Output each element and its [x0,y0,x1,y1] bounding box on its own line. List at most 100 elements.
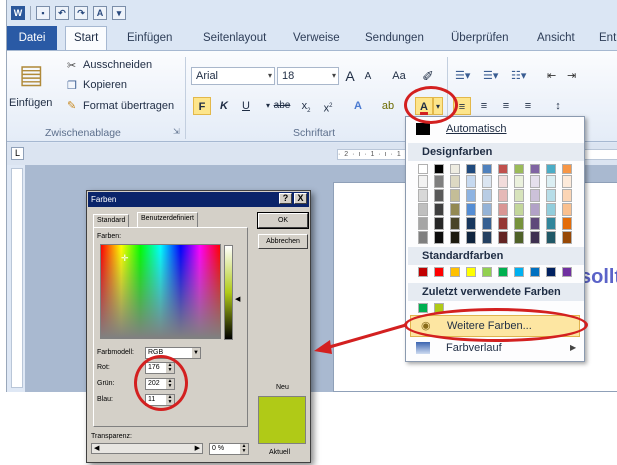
font-name-combo[interactable]: Arial ▾ [191,67,275,85]
theme-color-swatch[interactable] [530,203,540,216]
theme-color-swatch[interactable] [466,175,476,188]
theme-color-swatch[interactable] [562,203,572,216]
theme-color-swatch[interactable] [498,231,508,244]
align-right-icon[interactable]: ≡ [497,97,515,115]
theme-color-swatch[interactable] [434,175,444,188]
theme-color-swatch[interactable] [450,231,460,244]
theme-color-swatch[interactable] [482,175,492,188]
standard-color-swatch[interactable] [530,267,540,277]
transparency-slider[interactable]: ◀ ▶ [91,443,203,454]
underline-button[interactable]: U [237,97,255,115]
numbering-icon[interactable]: ☰▾ [483,69,498,82]
theme-color-swatch[interactable] [418,231,428,244]
text-effects-icon[interactable]: A [349,97,367,115]
theme-color-swatch[interactable] [466,231,476,244]
tab-start[interactable]: Start [65,26,108,51]
justify-icon[interactable]: ≡ [519,97,537,115]
change-case-button[interactable]: Aa [387,67,411,85]
standard-color-swatch[interactable] [466,267,476,277]
line-spacing-icon[interactable]: ↕ [549,97,567,115]
theme-color-swatch[interactable] [482,231,492,244]
theme-color-swatch[interactable] [418,164,428,174]
format-painter-button[interactable]: Format übertragen [83,100,174,112]
paste-icon[interactable]: ▤ [19,59,44,90]
theme-color-swatch[interactable] [514,203,524,216]
tab-standard[interactable]: Standard [93,214,130,228]
theme-color-swatch[interactable] [450,164,460,174]
close-button[interactable]: X [294,193,307,204]
theme-color-swatch[interactable] [498,175,508,188]
theme-color-swatch[interactable] [530,164,540,174]
print-preview-icon[interactable]: A [93,6,107,20]
theme-color-swatch[interactable] [498,217,508,230]
theme-color-swatch[interactable] [530,217,540,230]
theme-color-swatch[interactable] [418,189,428,202]
subscript-button[interactable]: x2 [297,97,315,115]
theme-color-swatch[interactable] [434,164,444,174]
theme-color-swatch[interactable] [498,164,508,174]
theme-color-swatch[interactable] [498,203,508,216]
tab-custom[interactable]: Benutzerdefiniert [137,212,198,228]
standard-color-swatch[interactable] [562,267,572,277]
clear-format-icon[interactable]: ✐ [419,67,437,85]
theme-color-swatch[interactable] [546,203,556,216]
theme-color-swatch[interactable] [434,189,444,202]
transparency-spinner[interactable]: 0 % ▲ ▼ [209,443,249,455]
theme-color-swatch[interactable] [514,164,524,174]
standard-color-swatch[interactable] [450,267,460,277]
theme-color-swatch[interactable] [514,231,524,244]
shrink-font-button[interactable]: A [359,68,377,86]
paste-button[interactable]: Einfügen [9,97,52,109]
theme-color-swatch[interactable] [482,203,492,216]
theme-color-swatch[interactable] [482,217,492,230]
theme-color-swatch[interactable] [546,231,556,244]
undo-icon[interactable]: ↶ [55,6,69,20]
copy-button[interactable]: Kopieren [83,79,127,91]
theme-color-swatch[interactable] [450,217,460,230]
theme-color-swatch[interactable] [450,175,460,188]
theme-color-swatch[interactable] [562,231,572,244]
standard-color-swatch[interactable] [418,267,428,277]
redo-icon[interactable]: ↷ [74,6,88,20]
standard-color-swatch[interactable] [514,267,524,277]
theme-color-swatch[interactable] [466,164,476,174]
superscript-button[interactable]: x2 [319,97,337,115]
strikethrough-button[interactable]: abe [271,97,293,115]
color-spectrum[interactable] [100,244,221,339]
tab-selector-button[interactable]: L [11,147,24,160]
theme-color-swatch[interactable] [514,189,524,202]
theme-color-swatch[interactable] [418,175,428,188]
theme-color-swatch[interactable] [450,203,460,216]
bullets-icon[interactable]: ☰▾ [455,69,470,82]
theme-color-swatch[interactable] [498,189,508,202]
automatic-color-item[interactable]: Automatisch [446,123,507,135]
grow-font-button[interactable]: A [341,67,359,85]
slider-left-icon[interactable]: ◀ [94,444,99,453]
clipboard-launcher-icon[interactable]: ⇲ [173,127,180,136]
tab-view[interactable]: Ansicht [537,32,575,44]
standard-color-swatch[interactable] [546,267,556,277]
tab-references[interactable]: Verweise [293,32,340,44]
theme-color-swatch[interactable] [546,217,556,230]
theme-color-swatch[interactable] [514,175,524,188]
theme-color-swatch[interactable] [530,189,540,202]
luminance-slider[interactable] [224,245,233,340]
customize-qat-icon[interactable]: ▾ [112,6,126,20]
multilevel-list-icon[interactable]: ☷▾ [511,69,526,82]
cut-button[interactable]: Ausschneiden [83,59,152,71]
theme-color-swatch[interactable] [466,217,476,230]
theme-color-swatch[interactable] [418,217,428,230]
font-size-combo[interactable]: 18 ▾ [277,67,339,85]
vertical-ruler[interactable] [11,168,23,388]
slider-right-icon[interactable]: ▶ [195,444,200,453]
ok-button[interactable]: OK [257,212,309,229]
theme-color-swatch[interactable] [530,231,540,244]
spinner-arrows-icon[interactable]: ▲ ▼ [240,444,248,454]
theme-color-swatch[interactable] [434,231,444,244]
theme-color-swatch[interactable] [434,203,444,216]
standard-color-swatch[interactable] [498,267,508,277]
save-icon[interactable]: ▪ [36,6,50,20]
theme-color-swatch[interactable] [546,189,556,202]
theme-color-swatch[interactable] [562,175,572,188]
theme-color-swatch[interactable] [546,164,556,174]
